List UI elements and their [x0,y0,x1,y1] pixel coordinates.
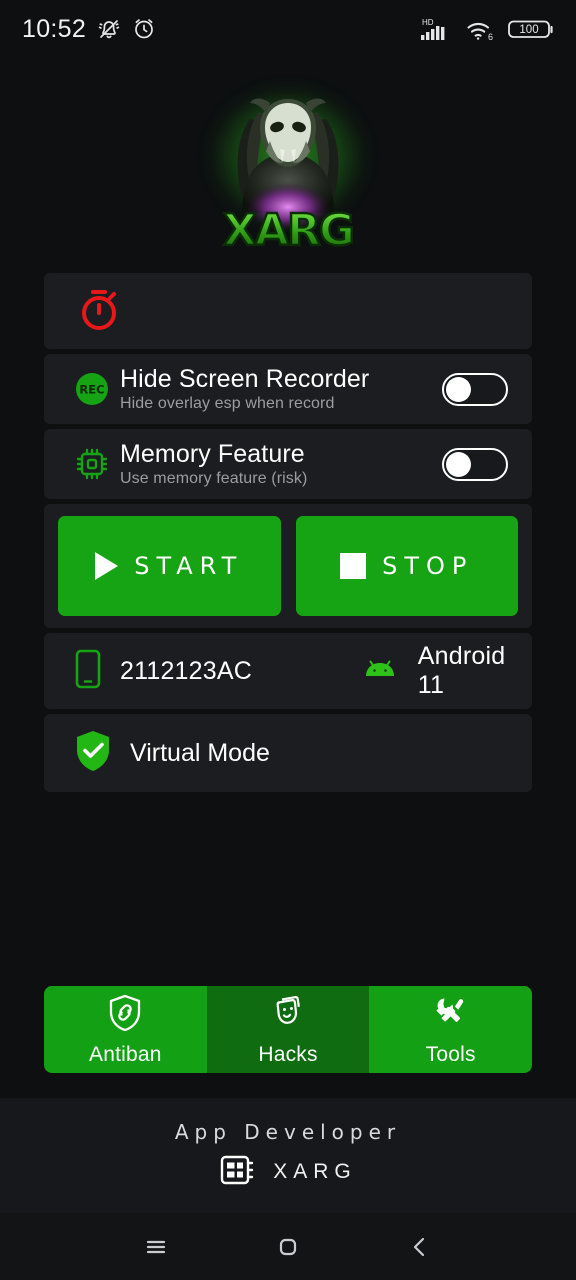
device-model-item: 2112123AC [74,648,252,695]
stopwatch-icon [76,285,122,338]
system-nav-bar [0,1213,576,1280]
footer-title: App Developer [174,1119,402,1144]
app-screen: 10:52 HD 6 100 XARG REC Hide Screen Reco… [0,0,576,1280]
wifi-icon: 6 [465,16,497,42]
chevron-left-icon[interactable] [390,1217,450,1277]
wifi-generation-label: 6 [488,32,493,42]
memory-feature-toggle[interactable] [442,447,508,481]
tab-antiban-label: Antiban [89,1042,162,1066]
wrench-screwdriver-icon [432,993,470,1038]
setting-row-memory-feature[interactable]: Memory Feature Use memory feature (risk) [44,429,532,499]
tab-hacks-label: Hacks [258,1042,318,1066]
status-bar-left: 10:52 [22,15,156,44]
xarg-logo: XARG [193,73,383,258]
setting-subtitle: Use memory feature (risk) [120,470,308,487]
action-buttons-card: START STOP [44,504,532,628]
stop-button-label: STOP [382,552,474,580]
toggle-knob [446,376,471,402]
setting-text-block: Memory Feature Use memory feature (risk) [120,440,442,488]
logo-wordmark: XARG [223,205,353,255]
status-time: 10:52 [22,14,87,43]
setting-row-hide-screen-recorder[interactable]: REC Hide Screen Recorder Hide overlay es… [44,354,532,424]
setting-title: Hide Screen Recorder [120,365,370,393]
os-version-item: Android 11 [360,642,532,700]
os-version-value: Android 11 [417,642,506,699]
play-icon [95,552,119,580]
developer-name: XARG [273,1160,357,1183]
tab-antiban[interactable]: Antiban [44,986,207,1073]
android-icon [360,655,400,688]
tab-tools[interactable]: Tools [369,986,532,1073]
memory-chip-icon [74,446,120,482]
device-model-value: 2112123AC [120,656,253,685]
bottom-tab-bar: Antiban Hacks Tools [44,986,532,1073]
start-button-label: START [134,552,244,580]
developer-credit: XARG [219,1153,357,1192]
shield-check-icon [74,729,112,778]
signal-hd-icon: HD [420,16,454,42]
toggle-knob [446,451,471,477]
developer-chip-icon [219,1153,257,1192]
battery-level-label: 100 [519,24,538,36]
app-logo-container: XARG [0,58,576,273]
device-info-card: 2112123AC Android 11 [44,633,532,709]
tab-tools-label: Tools [425,1042,476,1066]
status-bar-right: HD 6 100 [420,16,554,42]
predator-mascot-icon: XARG [222,98,356,255]
hide-screen-recorder-toggle[interactable] [442,372,508,406]
timer-card[interactable] [44,273,532,349]
virtual-mode-label: Virtual Mode [130,738,270,767]
virtual-mode-card[interactable]: Virtual Mode [44,714,532,792]
theater-masks-icon [269,993,307,1038]
rec-icon-label: REC [79,383,104,397]
tab-hacks[interactable]: Hacks [206,986,370,1073]
setting-title: Memory Feature [120,440,305,468]
hd-label: HD [422,18,434,27]
menu-icon[interactable] [126,1217,186,1277]
footer: App Developer XARG [0,1098,576,1213]
alarm-clock-icon [132,17,156,41]
stop-square-icon [340,553,367,579]
battery-icon: 100 [508,17,554,41]
shield-link-icon [106,993,144,1038]
status-bar: 10:52 HD 6 100 [0,0,576,58]
setting-text-block: Hide Screen Recorder Hide overlay esp wh… [120,365,442,413]
home-square-icon[interactable] [258,1217,318,1277]
smartphone-icon [74,648,102,695]
bell-off-icon [97,17,121,41]
stop-button[interactable]: STOP [295,516,518,616]
setting-subtitle: Hide overlay esp when record [120,395,335,412]
rec-icon: REC [74,371,120,407]
start-button[interactable]: START [58,516,281,616]
